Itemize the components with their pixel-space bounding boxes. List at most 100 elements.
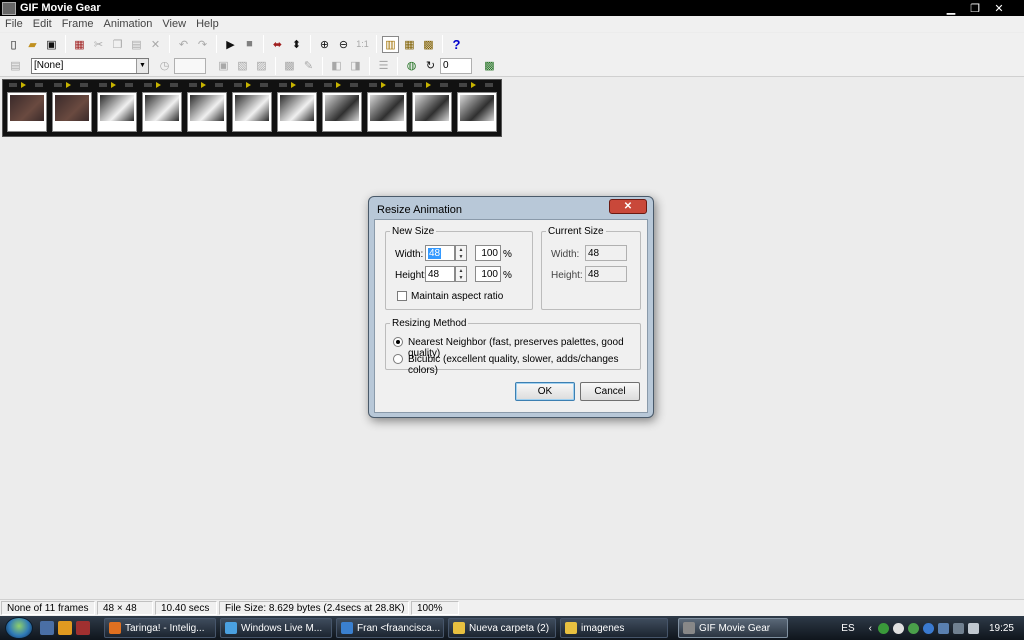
tray-expand-icon[interactable]: ‹ [869, 623, 872, 634]
menu-animation[interactable]: Animation [98, 18, 157, 30]
maintain-aspect-checkbox[interactable] [397, 291, 407, 301]
security-tray-icon[interactable] [877, 622, 889, 634]
cut-icon[interactable]: ✂ [90, 36, 107, 53]
bicubic-label[interactable]: Bicubic (excellent quality, slower, adds… [408, 354, 647, 376]
delay-field[interactable] [174, 57, 206, 74]
zoom-reset-button[interactable]: 1:1 [354, 36, 371, 53]
loop-icon[interactable]: ↻ [422, 57, 439, 74]
taskbar-item[interactable]: Windows Live M... [220, 618, 332, 638]
cancel-button[interactable]: Cancel [580, 382, 640, 401]
media-player-icon[interactable] [58, 621, 72, 635]
new-height-percent-field[interactable]: 100 [475, 266, 501, 282]
network-tray-icon-2[interactable] [952, 622, 964, 634]
maintain-aspect-label[interactable]: Maintain aspect ratio [411, 291, 503, 302]
play-icon[interactable]: ▶ [222, 36, 239, 53]
redo-icon[interactable]: ↷ [194, 36, 211, 53]
film-icon[interactable]: ▦ [71, 36, 88, 53]
zoom-in-icon[interactable]: ⊕ [316, 36, 333, 53]
update-tray-icon[interactable] [922, 622, 934, 634]
menu-help[interactable]: Help [191, 18, 224, 30]
frame-view-icon[interactable]: ▦ [401, 36, 418, 53]
menu-edit[interactable]: Edit [28, 18, 57, 30]
frame-thumbnail[interactable] [277, 92, 317, 132]
frame-thumbnail[interactable] [7, 92, 47, 132]
preview-view-icon[interactable]: ▩ [420, 36, 437, 53]
palette-combo[interactable]: [None] ▼ [31, 57, 149, 74]
help-button[interactable]: ? [448, 36, 465, 53]
frame-thumbnail[interactable] [142, 92, 182, 132]
clock[interactable]: 19:25 [989, 623, 1014, 634]
display-tray-icon[interactable] [937, 622, 949, 634]
maximize-button[interactable]: ❐ [964, 1, 986, 15]
frame-position-icon[interactable]: ▣ [215, 57, 232, 74]
dialog-close-button[interactable]: ✕ [609, 199, 647, 214]
taskbar-item[interactable]: Nueva carpeta (2) [448, 618, 556, 638]
network-tray-icon[interactable] [892, 622, 904, 634]
clock-icon[interactable]: ◷ [156, 57, 173, 74]
frame-thumbnail[interactable] [97, 92, 137, 132]
show-desktop-icon[interactable] [40, 621, 54, 635]
delete-icon[interactable]: ✕ [147, 36, 164, 53]
taskbar-item[interactable]: Taringa! - Intelig... [104, 618, 216, 638]
minimize-button[interactable]: ▁ [940, 1, 962, 15]
close-button[interactable]: ✕ [988, 1, 1010, 15]
rotate-icon[interactable]: ◨ [347, 57, 364, 74]
frame-thumbnail[interactable] [367, 92, 407, 132]
flip-icon[interactable]: ◧ [328, 57, 345, 74]
frame-thumbnail[interactable] [187, 92, 227, 132]
spinner-down-icon[interactable]: ▼ [456, 274, 466, 281]
spinner-down-icon[interactable]: ▼ [456, 253, 466, 260]
language-indicator[interactable]: ES [841, 623, 854, 634]
messenger-tray-icon[interactable] [907, 622, 919, 634]
properties-icon[interactable]: ☰ [375, 57, 392, 74]
frame-thumbnail[interactable] [412, 92, 452, 132]
undo-icon[interactable]: ↶ [175, 36, 192, 53]
copy-icon[interactable]: ❐ [109, 36, 126, 53]
frame-thumbnail[interactable] [322, 92, 362, 132]
filmstrip-view-icon[interactable]: ▥ [382, 35, 399, 53]
bicubic-radio[interactable] [393, 354, 403, 364]
frame-transparency-icon[interactable]: ▧ [234, 57, 251, 74]
volume-tray-icon[interactable] [967, 622, 979, 634]
spinner-up-icon[interactable]: ▲ [456, 246, 466, 253]
new-size-legend: New Size [392, 226, 435, 237]
loop-count-field[interactable]: 0 [440, 57, 472, 74]
crop-icon[interactable]: ⬍ [288, 36, 305, 53]
taskbar-item[interactable]: Fran <fraancisca... [336, 618, 444, 638]
zoom-out-icon[interactable]: ⊖ [335, 36, 352, 53]
paste-icon[interactable]: ▤ [128, 36, 145, 53]
new-height-field[interactable]: 48 [425, 266, 455, 282]
new-width-spinner[interactable]: ▲ ▼ [455, 245, 467, 261]
new-width-percent-field[interactable]: 100 [475, 245, 501, 261]
new-width-field[interactable]: 48 [425, 245, 455, 261]
color-picker-icon[interactable]: ▩ [281, 57, 298, 74]
frame-thumbnail[interactable] [52, 92, 92, 132]
spinner-up-icon[interactable]: ▲ [456, 267, 466, 274]
menu-view[interactable]: View [157, 18, 191, 30]
new-height-spinner[interactable]: ▲ ▼ [455, 266, 467, 282]
brush-icon[interactable]: ✎ [300, 57, 317, 74]
ok-button[interactable]: OK [515, 382, 575, 401]
new-file-icon[interactable]: ▯ [5, 36, 22, 53]
nearest-neighbor-radio[interactable] [393, 337, 403, 347]
save-icon[interactable]: ▣ [43, 36, 60, 53]
resize-animation-icon[interactable]: ⬌ [269, 36, 286, 53]
optimize-icon[interactable]: ▩ [481, 57, 498, 74]
gif-movie-gear-quicklaunch-icon[interactable] [76, 621, 90, 635]
start-button[interactable] [0, 616, 38, 640]
chevron-down-icon[interactable]: ▼ [136, 58, 148, 73]
frame-disposal-icon[interactable]: ▨ [253, 57, 270, 74]
menu-frame[interactable]: Frame [57, 18, 99, 30]
frame-image [370, 95, 404, 121]
open-folder-icon[interactable]: ▰ [24, 36, 41, 53]
taskbar-item[interactable]: imagenes [560, 618, 668, 638]
film-perforation [414, 83, 422, 87]
globe-icon[interactable]: ◍ [403, 57, 420, 74]
taskbar-item[interactable]: GIF Movie Gear [678, 618, 788, 638]
frame-thumbnail[interactable] [232, 92, 272, 132]
frame-thumbnail[interactable] [457, 92, 497, 132]
menu-file[interactable]: File [0, 18, 28, 30]
palette-icon[interactable]: ▤ [7, 57, 24, 74]
stop-icon[interactable]: ■ [241, 36, 258, 53]
filmstrip[interactable] [2, 79, 502, 137]
